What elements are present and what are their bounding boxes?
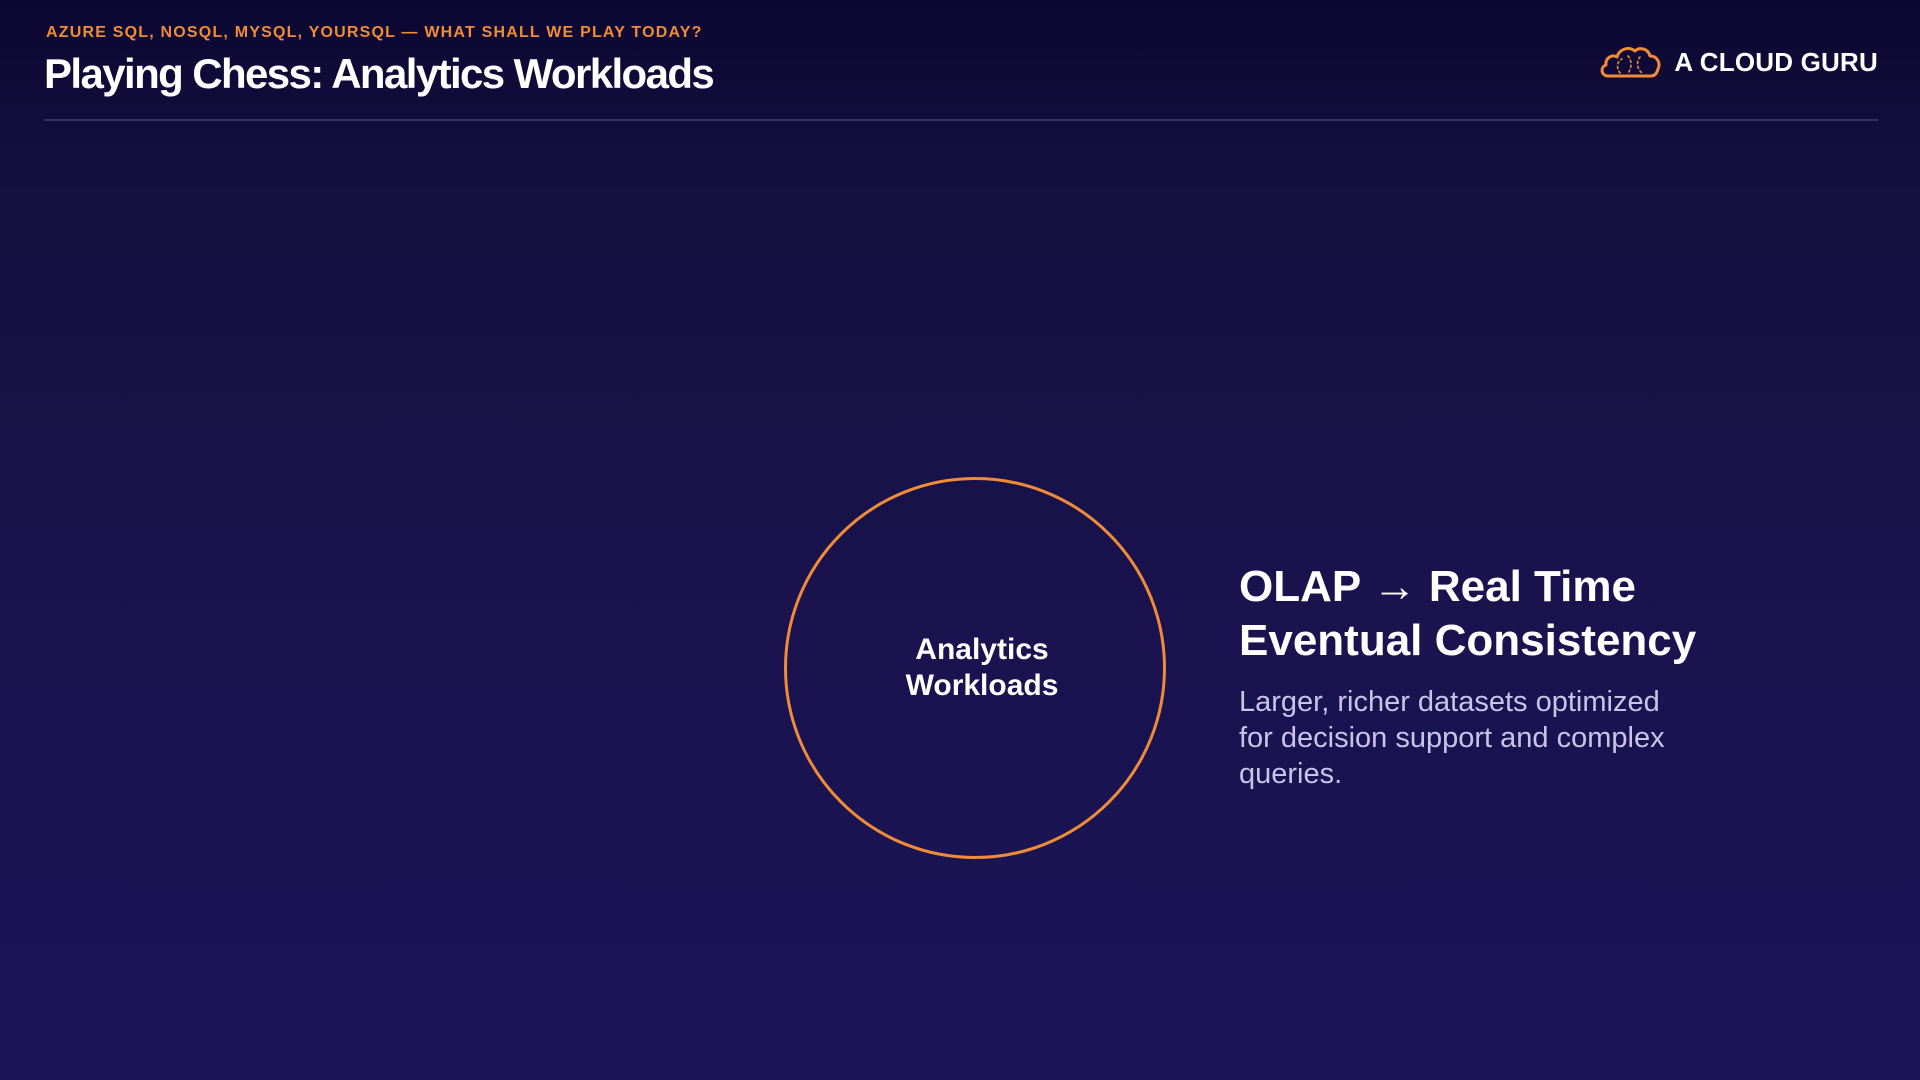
slide-title: Playing Chess: Analytics Workloads: [44, 50, 715, 97]
slide: AZURE SQL, NOSQL, MYSQL, YOURSQL — WHAT …: [0, 0, 1920, 1080]
circle-label: Analytics Workloads: [905, 633, 1059, 702]
header-divider: [44, 119, 1878, 121]
analytics-workloads-circle: Analytics Workloads: [784, 477, 1166, 859]
info-heading-line-1: OLAP → Real Time: [1239, 562, 1636, 611]
cloud-icon: [1600, 47, 1661, 78]
course-kicker: AZURE SQL, NOSQL, MYSQL, YOURSQL — WHAT …: [46, 24, 703, 41]
slide-header: AZURE SQL, NOSQL, MYSQL, YOURSQL — WHAT …: [44, 24, 1878, 121]
info-heading-line-2: Eventual Consistency: [1239, 616, 1697, 665]
info-description: Larger, richer datasets optimized for de…: [1239, 686, 1665, 790]
brand-logo: A CLOUD GURU: [1598, 38, 1878, 86]
brand-name: A CLOUD GURU: [1674, 46, 1878, 77]
info-heading: OLAP → Real Time Eventual Consistency: [1239, 560, 1799, 668]
info-panel: OLAP → Real Time Eventual Consistency La…: [1239, 560, 1799, 792]
